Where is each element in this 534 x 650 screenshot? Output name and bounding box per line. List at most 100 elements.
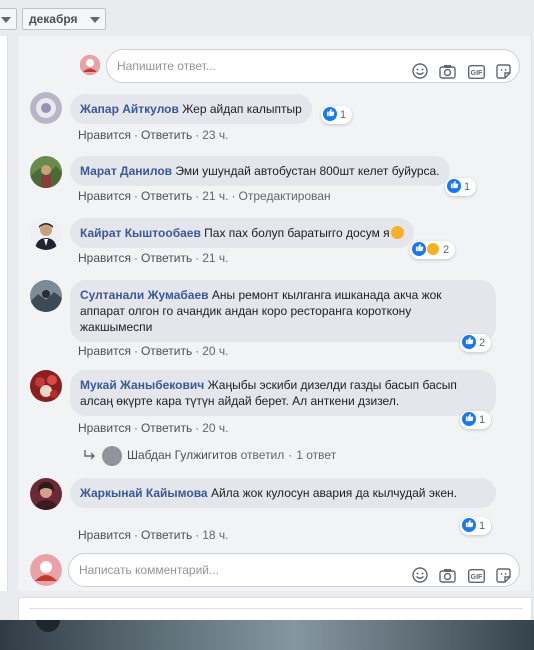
comment-input-placeholder: Написать комментарий... bbox=[79, 563, 220, 577]
chevron-down-icon bbox=[90, 17, 100, 23]
reaction-count-number: 1 bbox=[340, 109, 347, 121]
gif-icon[interactable]: GIF bbox=[467, 59, 485, 91]
comment-bubble: Жапар Айткулов Жер айдап калыптыр bbox=[70, 94, 312, 124]
left-panel-edge bbox=[0, 36, 8, 591]
comment-input-icons: GIF bbox=[404, 562, 511, 583]
reply-input-placeholder: Напишите ответ... bbox=[117, 59, 216, 73]
like-link[interactable]: Нравится bbox=[78, 344, 131, 358]
like-link[interactable]: Нравится bbox=[78, 528, 131, 542]
svg-text:GIF: GIF bbox=[470, 574, 482, 581]
comment-input[interactable]: Написать комментарий... GIF bbox=[68, 553, 520, 587]
comment-bubble: Мукай Жаныбекович Жаңыбы эскиби дизелди … bbox=[70, 370, 496, 416]
avatar[interactable] bbox=[30, 370, 62, 402]
comments-card: Напишите ответ... GIF Жапар Айткулов Жер… bbox=[18, 36, 532, 591]
gif-icon[interactable]: GIF bbox=[467, 563, 485, 595]
avatar[interactable] bbox=[30, 280, 62, 312]
comment-author[interactable]: Кайрат Кыштообаев bbox=[80, 226, 201, 240]
current-user-avatar bbox=[30, 554, 62, 586]
comment-author[interactable]: Султанали Жумабаев bbox=[80, 288, 209, 302]
reaction-count-number: 1 bbox=[464, 181, 471, 193]
comment-bubble: Марат Данилов Эми ушундай автобустан 800… bbox=[70, 156, 450, 186]
comment-bubble: Султанали Жумабаев Аны ремонт кылганга и… bbox=[70, 280, 496, 342]
comment-author[interactable]: Жапар Айткулов bbox=[80, 102, 179, 116]
thumbs-up-icon bbox=[412, 242, 426, 257]
reply-input-icons: GIF bbox=[404, 58, 511, 79]
haha-reaction-icon bbox=[426, 242, 440, 257]
avatar[interactable] bbox=[30, 218, 62, 250]
comment-time[interactable]: 21 ч. bbox=[202, 251, 228, 265]
comment-time[interactable]: 21 ч. bbox=[202, 189, 228, 203]
avatar[interactable] bbox=[30, 478, 62, 510]
reply-link[interactable]: Ответить bbox=[141, 344, 192, 358]
like-link[interactable]: Нравится bbox=[78, 128, 131, 142]
reaction-count[interactable]: 1 bbox=[445, 178, 477, 196]
comment-time[interactable]: 23 ч. bbox=[202, 128, 228, 142]
camera-icon[interactable] bbox=[439, 563, 457, 595]
reply-arrow-icon bbox=[84, 449, 96, 463]
smiley-icon[interactable] bbox=[412, 563, 428, 595]
reply-input[interactable]: Напишите ответ... GIF bbox=[106, 49, 520, 83]
comment-time[interactable]: 20 ч. bbox=[202, 421, 228, 435]
comment-text: Айла жок кулосун авария да кылчудай экен… bbox=[210, 486, 457, 500]
reply-link[interactable]: Ответить bbox=[141, 528, 192, 542]
reply-link[interactable]: Ответить bbox=[141, 251, 192, 265]
chevron-down-icon bbox=[1, 17, 11, 23]
sticker-icon[interactable] bbox=[496, 563, 511, 595]
like-link[interactable]: Нравится bbox=[78, 421, 131, 435]
reaction-count-number: 2 bbox=[443, 244, 450, 256]
replier-avatar bbox=[102, 446, 122, 466]
like-link[interactable]: Нравится bbox=[78, 251, 131, 265]
filter-bar: декабря bbox=[0, 0, 534, 36]
left-select[interactable] bbox=[0, 8, 17, 30]
reply-count: 1 ответ bbox=[296, 448, 337, 463]
reaction-count[interactable]: 1 bbox=[321, 106, 353, 124]
comment-text: Эми ушундай автобустан 800шт келет буйур… bbox=[175, 164, 440, 178]
comment-actions: Нравится · Ответить · 21 ч. bbox=[78, 251, 229, 265]
comment-time[interactable]: 20 ч. bbox=[202, 344, 228, 358]
edited-label[interactable]: Отредактирован bbox=[239, 189, 331, 203]
month-select[interactable]: декабря bbox=[22, 8, 106, 30]
reply-link[interactable]: Ответить bbox=[141, 189, 192, 203]
laughing-emoji-icon bbox=[390, 226, 404, 239]
avatar[interactable] bbox=[30, 156, 62, 188]
reply-action-text: ответил bbox=[240, 448, 285, 463]
thumbs-up-icon bbox=[323, 107, 337, 122]
replier-name: Шабдан Гулжигитов bbox=[127, 448, 238, 463]
reaction-count-number: 2 bbox=[479, 337, 486, 349]
comment-author[interactable]: Марат Данилов bbox=[80, 164, 172, 178]
thumbs-up-icon bbox=[462, 335, 476, 350]
comment-actions: Нравится · Ответить · 20 ч. bbox=[78, 421, 229, 435]
next-post-image[interactable] bbox=[0, 620, 534, 650]
reaction-count[interactable]: 1 bbox=[460, 411, 492, 429]
comment-bubble: Жаркынай Кайымова Айла жок кулосун авари… bbox=[70, 478, 496, 508]
sticker-icon[interactable] bbox=[496, 59, 511, 91]
comment-actions: Нравится · Ответить · 20 ч. bbox=[78, 344, 229, 358]
month-select-value: декабря bbox=[29, 12, 78, 26]
comment-text: Пах пах болуп баратыrго досум я bbox=[204, 226, 390, 240]
camera-icon[interactable] bbox=[439, 59, 457, 91]
comment-author[interactable]: Жаркынай Кайымова bbox=[80, 486, 208, 500]
thumbs-up-icon bbox=[462, 412, 476, 427]
comment-text: Жер айдап калыптыр bbox=[182, 102, 302, 116]
divider bbox=[29, 608, 523, 609]
reaction-count-number: 1 bbox=[479, 414, 486, 426]
reply-link[interactable]: Ответить bbox=[141, 128, 192, 142]
comment-time[interactable]: 18 ч. bbox=[202, 528, 228, 542]
comment-actions: Нравится · Ответить · 23 ч. bbox=[78, 128, 229, 142]
reaction-count[interactable]: 2 bbox=[410, 241, 456, 259]
reaction-count[interactable]: 2 bbox=[460, 334, 492, 352]
view-replies-link[interactable]: Шабдан Гулжигитов ответил · 1 ответ bbox=[84, 446, 336, 466]
reply-link[interactable]: Ответить bbox=[141, 421, 192, 435]
thumbs-up-icon bbox=[462, 518, 476, 533]
comment-bubble: Кайрат Кыштообаев Пах пах болуп баратыrг… bbox=[70, 218, 414, 248]
image-shape bbox=[36, 620, 60, 632]
reaction-count[interactable]: 1 bbox=[460, 517, 492, 535]
current-user-avatar bbox=[80, 55, 100, 75]
comment-actions: Нравится · Ответить · 21 ч. · Отредактирован bbox=[78, 189, 331, 203]
comment-actions: Нравится · Ответить · 18 ч. bbox=[78, 528, 229, 542]
svg-text:GIF: GIF bbox=[470, 70, 482, 77]
smiley-icon[interactable] bbox=[412, 59, 428, 91]
like-link[interactable]: Нравится bbox=[78, 189, 131, 203]
comment-author[interactable]: Мукай Жаныбекович bbox=[80, 378, 204, 392]
avatar[interactable] bbox=[30, 92, 62, 124]
